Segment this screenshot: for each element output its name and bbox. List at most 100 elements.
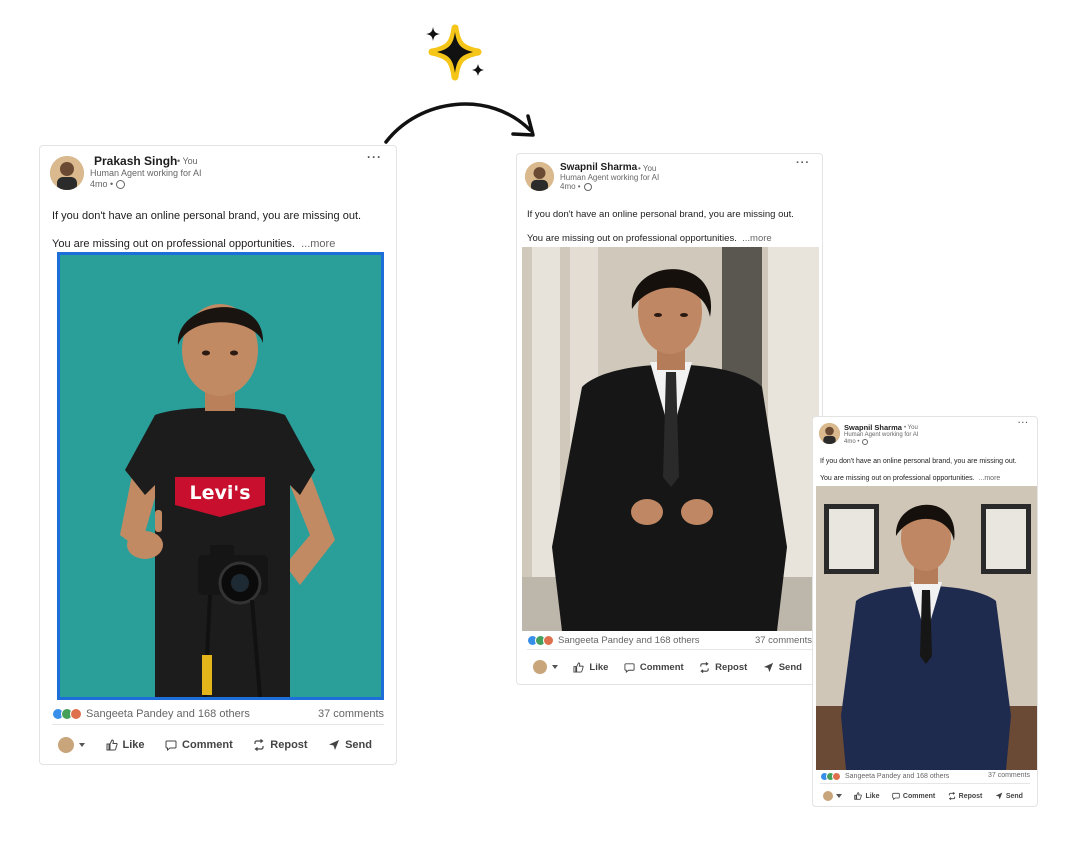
chevron-down-icon: [552, 665, 558, 669]
you-label: • You: [638, 164, 657, 173]
comment-button[interactable]: Comment: [624, 662, 684, 673]
author-name[interactable]: Swapnil Sharma: [560, 162, 637, 173]
heart-reaction-icon: [543, 635, 554, 646]
author-avatar[interactable]: [819, 423, 840, 444]
divider: [820, 783, 1030, 784]
reaction-avatar-selector[interactable]: [533, 660, 558, 674]
author-name[interactable]: Prakash Singh: [94, 154, 177, 168]
send-label: Send: [345, 739, 372, 751]
send-icon: [763, 662, 773, 672]
post-text-line-1: If you don't have an online personal bra…: [820, 458, 1017, 465]
action-bar: Like Comment Repost Send: [58, 736, 372, 754]
comments-count[interactable]: 37 comments: [318, 708, 384, 720]
send-label: Send: [1005, 792, 1023, 800]
comment-icon: [624, 662, 635, 673]
composition-canvas: Prakash Singh • You Human Agent working …: [0, 0, 1080, 848]
comment-icon: [892, 792, 900, 800]
repost-icon: [948, 792, 955, 800]
author-avatar[interactable]: [50, 156, 84, 190]
post-text-line-1: If you don't have an online personal bra…: [527, 209, 794, 220]
comment-button[interactable]: Comment: [165, 739, 233, 751]
post-card-enhanced-alt: Swapnil Sharma • You Human Agent working…: [812, 416, 1038, 807]
like-button[interactable]: Like: [854, 792, 879, 800]
avatar: [533, 660, 547, 674]
reaction-avatar-selector[interactable]: [58, 737, 85, 753]
more-dots-icon[interactable]: ···: [1018, 418, 1029, 427]
reaction-icons: [52, 708, 82, 720]
author-headline: Human Agent working for AI: [844, 432, 919, 438]
reactions-summary[interactable]: Sangeeta Pandey and 168 others: [820, 772, 949, 781]
more-dots-icon[interactable]: ···: [796, 157, 810, 169]
post-text-line-2: You are missing out on professional oppo…: [820, 475, 1000, 482]
post-meta: 4mo •: [844, 439, 869, 445]
send-label: Send: [778, 661, 802, 673]
sparkle-icon: [426, 24, 484, 81]
repost-label: Repost: [270, 739, 308, 751]
repost-button[interactable]: Repost: [699, 662, 747, 673]
comments-count[interactable]: 37 comments: [755, 635, 812, 646]
heart-reaction-icon: [832, 772, 841, 781]
like-label: Like: [122, 739, 145, 751]
repost-icon: [254, 739, 264, 751]
see-more-link[interactable]: ...more: [742, 233, 772, 244]
like-label: Like: [865, 792, 880, 800]
reaction-icons: [527, 635, 554, 646]
action-bar: Like Comment Repost Send: [533, 659, 802, 675]
see-more-link[interactable]: ...more: [979, 475, 1001, 482]
globe-icon: [116, 179, 126, 189]
repost-button[interactable]: Repost: [253, 739, 308, 751]
author-headline: Human Agent working for AI: [560, 173, 660, 182]
send-icon: [329, 740, 340, 750]
more-dots-icon[interactable]: ···: [367, 150, 382, 164]
send-icon: [995, 792, 1003, 800]
send-button[interactable]: Send: [995, 792, 1023, 800]
globe-icon: [862, 439, 869, 445]
author-headline: Human Agent working for AI: [90, 168, 202, 178]
repost-icon: [700, 661, 709, 673]
post-photo[interactable]: [522, 247, 819, 631]
like-button[interactable]: Like: [106, 739, 145, 751]
chevron-down-icon: [836, 794, 842, 798]
author-name[interactable]: Swapnil Sharma: [844, 423, 902, 432]
comment-icon: [165, 740, 177, 751]
action-bar: Like Comment Repost Send: [823, 790, 1023, 802]
repost-button[interactable]: Repost: [948, 792, 983, 800]
like-icon: [106, 739, 118, 751]
comment-label: Comment: [639, 661, 684, 673]
send-button[interactable]: Send: [328, 739, 372, 751]
post-time: 4mo •: [560, 182, 581, 191]
like-icon: [573, 661, 585, 673]
post-text-line-2-content: You are missing out on professional oppo…: [820, 475, 975, 482]
reactions-text: Sangeeta Pandey and 168 others: [845, 773, 950, 780]
post-text-line-2: You are missing out on professional oppo…: [52, 238, 335, 250]
post-text-line-1: If you don't have an online personal bra…: [52, 210, 362, 222]
avatar: [58, 737, 74, 753]
reaction-icons: [820, 772, 841, 781]
post-text-line-2-content: You are missing out on professional oppo…: [527, 233, 737, 244]
like-button[interactable]: Like: [573, 662, 608, 673]
repost-label: Repost: [958, 792, 983, 800]
divider: [52, 724, 384, 725]
see-more-link[interactable]: ...more: [301, 238, 335, 250]
comments-count[interactable]: 37 comments: [988, 772, 1030, 779]
repost-label: Repost: [715, 661, 748, 673]
you-label: • You: [177, 156, 198, 166]
reactions-text: Sangeeta Pandey and 168 others: [86, 708, 250, 720]
post-time: 4mo •: [90, 179, 114, 189]
reactions-summary[interactable]: Sangeeta Pandey and 168 others: [527, 635, 700, 646]
heart-reaction-icon: [70, 708, 82, 720]
comment-label: Comment: [902, 792, 936, 800]
chevron-down-icon: [79, 743, 85, 747]
post-time: 4mo •: [844, 439, 860, 445]
shirt-logo-text: Levi's: [189, 482, 250, 504]
post-photo[interactable]: [816, 486, 1037, 770]
send-button[interactable]: Send: [763, 662, 802, 673]
comment-button[interactable]: Comment: [892, 792, 935, 800]
reactions-summary[interactable]: Sangeeta Pandey and 168 others: [52, 708, 250, 720]
like-label: Like: [589, 661, 609, 673]
post-meta: 4mo •: [560, 182, 592, 191]
author-avatar[interactable]: [525, 162, 554, 191]
post-photo[interactable]: Levi's: [57, 252, 384, 700]
reactions-text: Sangeeta Pandey and 168 others: [558, 635, 700, 646]
reaction-avatar-selector[interactable]: [823, 791, 842, 801]
